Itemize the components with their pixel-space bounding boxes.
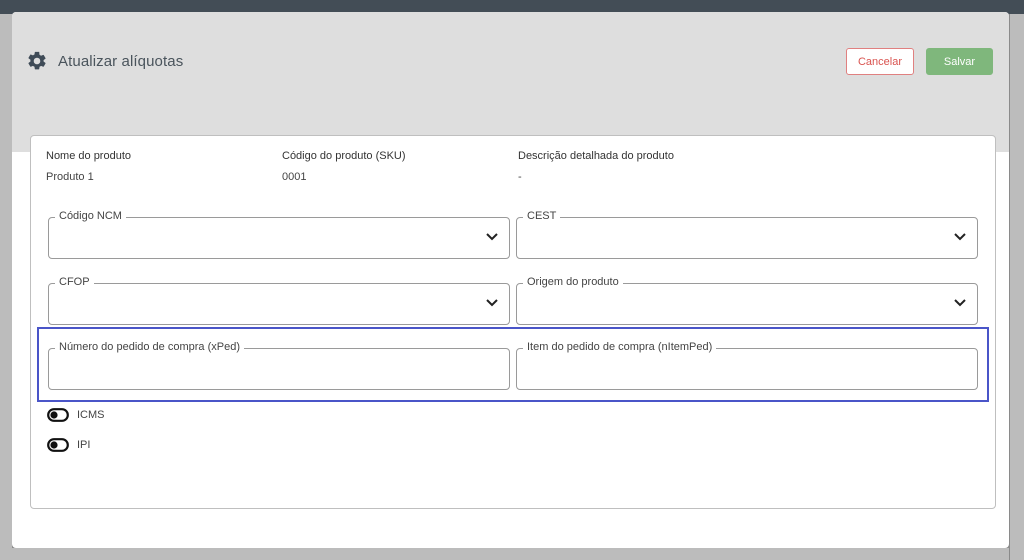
purchase-order-number-input[interactable]: Número do pedido de compra (xPed) [48,341,510,390]
gear-icon [28,51,46,70]
product-name-label: Nome do produto [46,150,131,162]
cfop-select-label: CFOP [55,276,94,288]
icms-toggle-label: ICMS [77,409,105,421]
product-name-value: Produto 1 [46,171,94,183]
product-origin-select[interactable]: Origem do produto [516,276,978,325]
backdrop-bottom [12,548,1009,560]
backdrop-right [1010,14,1024,560]
product-description-value: - [518,171,522,183]
chevron-down-icon[interactable] [953,232,967,242]
toggle-off-icon[interactable] [47,408,69,422]
chevron-down-icon[interactable] [953,298,967,308]
chevron-down-icon[interactable] [485,232,499,242]
toggle-off-icon[interactable] [47,438,69,452]
modal-header: Atualizar alíquotas Cancelar Salvar [12,12,1009,152]
modal-title: Atualizar alíquotas [58,52,184,70]
purchase-order-number-label: Número do pedido de compra (xPed) [55,341,244,353]
product-description-label: Descrição detalhada do produto [518,150,674,162]
cfop-select[interactable]: CFOP [48,276,510,325]
icms-toggle-row[interactable]: ICMS [47,408,105,422]
update-rates-modal: Atualizar alíquotas Cancelar Salvar Nome… [12,12,1009,548]
chevron-down-icon[interactable] [485,298,499,308]
cest-select[interactable]: CEST [516,210,978,259]
purchase-order-item-label: Item do pedido de compra (nItemPed) [523,341,717,353]
product-sku-value: 0001 [282,171,307,183]
save-button[interactable]: Salvar [926,48,993,75]
modal-title-group: Atualizar alíquotas [26,50,183,72]
cancel-button[interactable]: Cancelar [846,48,914,75]
purchase-order-item-input[interactable]: Item do pedido de compra (nItemPed) [516,341,978,390]
cest-select-label: CEST [523,210,561,222]
product-origin-select-label: Origem do produto [523,276,623,288]
product-sku-label: Código do produto (SKU) [282,150,406,162]
backdrop-left [0,14,12,560]
ipi-toggle-row[interactable]: IPI [47,438,90,452]
ipi-toggle-label: IPI [77,439,91,451]
ncm-select[interactable]: Código NCM [48,210,510,259]
product-rates-card: Nome do produto Produto 1 Código do prod… [30,135,996,509]
ncm-select-label: Código NCM [55,210,126,222]
